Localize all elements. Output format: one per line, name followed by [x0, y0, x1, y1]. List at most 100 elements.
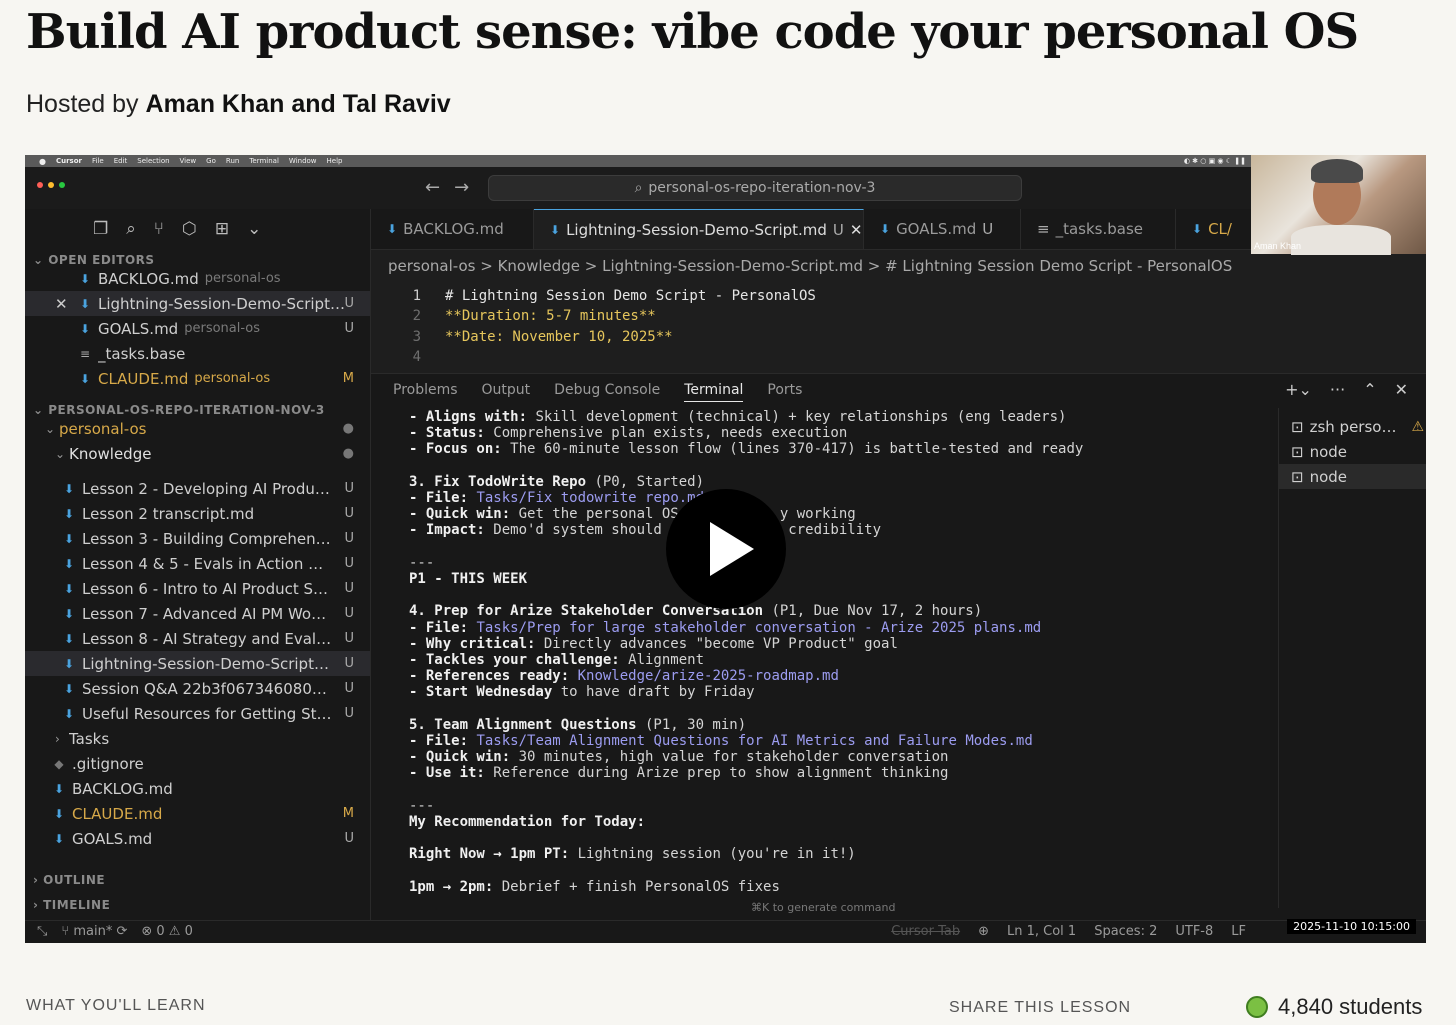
explorer-icon[interactable]: ❐: [93, 219, 108, 239]
tab-label: CL/: [1208, 220, 1232, 238]
indentation-status[interactable]: Spaces: 2: [1094, 924, 1157, 939]
terminal-line: - Status: Comprehensive plan exists, nee…: [409, 425, 847, 441]
terminal-file-link[interactable]: Tasks/Fix todowrite repo.md: [476, 490, 704, 506]
folder-personal-os[interactable]: ⌄ personal-os ●: [25, 416, 370, 441]
code-editor[interactable]: 1 # Lightning Session Demo Script - Pers…: [371, 280, 1426, 372]
hosts[interactable]: Aman Khan and Tal Raviv: [146, 90, 451, 118]
lime-icon: [1246, 996, 1268, 1018]
markdown-file-icon: ⬇: [63, 506, 75, 521]
new-terminal-icon[interactable]: +⌄: [1285, 380, 1312, 399]
folder-knowledge[interactable]: ⌄ Knowledge ●: [25, 441, 370, 466]
tab-tasks-base[interactable]: ≡ _tasks.base: [1021, 209, 1176, 249]
tab-debug-console[interactable]: Debug Console: [554, 382, 660, 402]
git-status-badge: U: [344, 706, 354, 721]
close-icon[interactable]: ✕: [1395, 380, 1408, 399]
source-control-icon[interactable]: ⑂: [154, 219, 164, 239]
git-status-badge: U: [344, 581, 354, 596]
markdown-file-icon: ⬇: [550, 222, 561, 237]
forward-arrow-icon[interactable]: →: [454, 177, 469, 198]
root-file[interactable]: ⬇ GOALS.md U: [25, 826, 370, 851]
line-number: 2: [412, 308, 421, 324]
open-editor-item[interactable]: ≡ _tasks.base: [25, 341, 370, 366]
close-window-icon[interactable]: [37, 182, 43, 188]
terminal-file-link[interactable]: Knowledge/arize-2025-roadmap.md: [578, 668, 839, 684]
terminal-file-link[interactable]: Tasks/Team Alignment Questions for AI Me…: [476, 733, 1032, 749]
more-icon[interactable]: ···: [1330, 380, 1345, 399]
open-editor-item[interactable]: ✕ ⬇ Lightning-Session-Demo-Script.… U: [25, 291, 370, 316]
back-arrow-icon[interactable]: ←: [425, 177, 440, 198]
close-icon[interactable]: ✕: [850, 221, 863, 239]
video-player[interactable]: ● Cursor File Edit Selection View Go Run…: [25, 155, 1426, 943]
open-editor-item[interactable]: ⬇ BACKLOG.md personal-os: [25, 266, 370, 291]
open-editor-item[interactable]: ⬇ CLAUDE.md personal-os M: [25, 366, 370, 391]
tab-output[interactable]: Output: [482, 382, 531, 402]
close-icon[interactable]: ✕: [55, 295, 77, 313]
cursor-position[interactable]: Ln 1, Col 1: [1007, 924, 1076, 939]
mac-menu-bar: ● Cursor File Edit Selection View Go Run…: [25, 155, 1426, 167]
remote-icon[interactable]: ⤡: [37, 924, 47, 939]
maximize-panel-icon[interactable]: ⌃: [1363, 380, 1376, 399]
knowledge-file[interactable]: ⬇ Session Q&A 22b3f067346080ed… U: [25, 676, 370, 701]
knowledge-file[interactable]: ⬇ Lesson 2 transcript.md U: [25, 501, 370, 526]
branch-status[interactable]: ⑂ main* ⟳: [61, 924, 127, 939]
breadcrumb[interactable]: personal-os > Knowledge > Lightning-Sess…: [388, 257, 1232, 275]
encoding-status[interactable]: UTF-8: [1175, 924, 1213, 939]
markdown-file-icon: ⬇: [387, 222, 398, 236]
terminal-text: Skill development (technical) + key rela…: [527, 409, 1067, 425]
tab-goals[interactable]: ⬇ GOALS.md U: [864, 209, 1021, 249]
search-icon[interactable]: ⌕: [126, 219, 136, 239]
terminal-file-link[interactable]: Tasks/Prep for large stakeholder convers…: [476, 620, 1041, 636]
tab-backlog[interactable]: ⬇ BACKLOG.md: [371, 209, 534, 249]
eol-status[interactable]: LF: [1231, 924, 1246, 939]
knowledge-file[interactable]: ⬇ Lesson 6 - Intro to AI Product Strat… …: [25, 576, 370, 601]
extensions-icon[interactable]: ⬡: [182, 219, 197, 239]
knowledge-file[interactable]: ⬇ Lesson 4 & 5 - Evals in Action 22c… U: [25, 551, 370, 576]
webcam-overlay: Aman Khan: [1251, 155, 1426, 255]
command-center[interactable]: ⌕ personal-os-repo-iteration-nov-3: [488, 175, 1022, 201]
folder-tasks[interactable]: › Tasks: [25, 726, 370, 751]
problems-status[interactable]: ⊗ 0 ⚠ 0: [141, 924, 193, 939]
terminal-bold-text: 5. Team Alignment Questions: [409, 716, 637, 733]
knowledge-file[interactable]: ⬇ Lesson 7 - Advanced AI PM Workfl… U: [25, 601, 370, 626]
folder-name: Tasks: [69, 729, 110, 748]
tab-ports[interactable]: Ports: [767, 382, 802, 402]
timeline-header[interactable]: › TIMELINE: [33, 898, 110, 912]
minimize-window-icon[interactable]: [48, 182, 54, 188]
terminal-item-node[interactable]: ⊡ node: [1279, 439, 1426, 464]
root-file[interactable]: ⬇ BACKLOG.md: [25, 776, 370, 801]
open-editors-header[interactable]: ⌄ OPEN EDITORS: [33, 253, 155, 267]
repo-header[interactable]: ⌄ PERSONAL-OS-REPO-ITERATION-NOV-3: [33, 403, 325, 417]
maximize-window-icon[interactable]: [59, 182, 65, 188]
editor-line: 3 **Date: November 10, 2025**: [371, 329, 673, 349]
root-file[interactable]: ◆ .gitignore: [25, 751, 370, 776]
knowledge-file[interactable]: ⬇ Lesson 2 - Developing AI Product I… U: [25, 476, 370, 501]
chevron-down-icon: ⌄: [55, 446, 66, 461]
student-count: 4,840 students: [1246, 994, 1422, 1020]
terminal-bold-text: P1 - THIS WEEK: [409, 571, 528, 587]
line-number: 4: [412, 349, 421, 365]
knowledge-file[interactable]: ⬇ Useful Resources for Getting Start… U: [25, 701, 370, 726]
file-dir: personal-os: [184, 321, 261, 336]
layout-icon[interactable]: ⊞: [215, 219, 229, 239]
open-editor-item[interactable]: ⬇ GOALS.md personal-os U: [25, 316, 370, 341]
editor-line: 2 **Duration: 5-7 minutes**: [371, 308, 656, 328]
tab-lightning-session[interactable]: ⬇ Lightning-Session-Demo-Script.md U ✕: [534, 209, 864, 249]
chevron-down-icon[interactable]: ⌄: [247, 219, 261, 239]
knowledge-file[interactable]: ⬇ Lesson 8 - AI Strategy and Evals 2… U: [25, 626, 370, 651]
cursor-tab-status[interactable]: Cursor Tab: [891, 924, 960, 939]
knowledge-file[interactable]: ⬇ Lightning-Session-Demo-Script.md U: [25, 651, 370, 676]
terminal-text: (P1, Due Nov 17, 2 hours): [763, 603, 983, 620]
zoom-icon[interactable]: ⊕: [978, 924, 989, 939]
terminal-item-node[interactable]: ⊡ node: [1279, 464, 1426, 489]
tab-terminal[interactable]: Terminal: [684, 382, 744, 402]
terminal-item-zsh[interactable]: ⊡ zsh perso… ⚠: [1279, 414, 1426, 439]
knowledge-file[interactable]: ⬇ Lesson 3 - Building Comprehensiv… U: [25, 526, 370, 551]
tab-problems[interactable]: Problems: [393, 382, 458, 402]
root-file[interactable]: ⬇ CLAUDE.md M: [25, 801, 370, 826]
terminal-name: node: [1309, 442, 1348, 461]
file-dir: personal-os: [204, 271, 281, 286]
share-lesson-link[interactable]: SHARE THIS LESSON: [949, 999, 1131, 1017]
markdown-file-icon: ⬇: [63, 656, 75, 671]
outline-header[interactable]: › OUTLINE: [33, 873, 105, 887]
play-button[interactable]: [666, 489, 786, 609]
